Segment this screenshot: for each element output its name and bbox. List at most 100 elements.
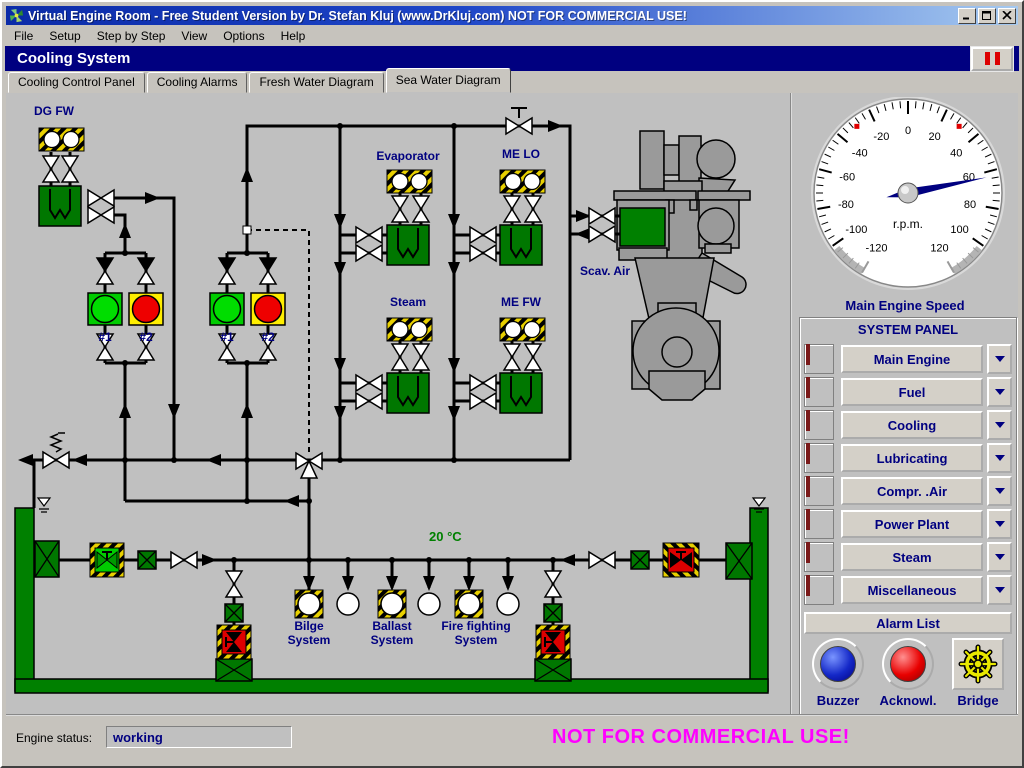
cooling-dropdown[interactable]	[987, 410, 1012, 440]
fuel-dropdown[interactable]	[987, 377, 1012, 407]
valve-evap-outlet[interactable]	[356, 245, 382, 261]
overboard-relief-valve[interactable]	[43, 433, 69, 468]
power-plant-button[interactable]: Power Plant	[841, 510, 983, 538]
pause-button[interactable]	[971, 47, 1013, 71]
valve-melo-outlet[interactable]	[470, 245, 496, 261]
app-icon	[9, 8, 24, 23]
label-evaporator: Evaporator	[362, 149, 454, 163]
remote-valve-right-closed[interactable]	[663, 543, 699, 577]
remote-valve-low-left-closed[interactable]	[217, 625, 251, 659]
tab-cooling-control-panel[interactable]: Cooling Control Panel	[8, 72, 145, 93]
valve-mefw-outlet[interactable]	[470, 393, 496, 409]
valve-evap-a[interactable]	[392, 196, 408, 222]
low-seachest-right	[535, 659, 571, 681]
svg-text:20: 20	[928, 131, 940, 143]
dgfw-alarm-indicators	[39, 128, 84, 151]
valve-dgfw-outlet[interactable]	[88, 190, 114, 206]
minimize-button[interactable]	[958, 8, 976, 24]
valve-dgfw-inlet[interactable]	[88, 207, 114, 223]
svg-text:-120: -120	[865, 243, 887, 255]
svg-text:-40: -40	[852, 148, 868, 160]
valve-dgfw-b[interactable]	[62, 156, 78, 182]
lubricating-button[interactable]: Lubricating	[841, 444, 983, 472]
alarm-list-button[interactable]: Alarm List	[804, 612, 1012, 634]
strainer	[138, 551, 156, 569]
title-bar: Virtual Engine Room - Free Student Versi…	[6, 6, 1018, 25]
menu-view[interactable]: View	[173, 28, 215, 44]
cooling-button[interactable]: Cooling	[841, 411, 983, 439]
right-panel: -120-100-80-60-40-20020406080100120 r.p.…	[790, 93, 1018, 718]
bridge-button[interactable]	[952, 638, 1004, 690]
valve-steam-b[interactable]	[413, 344, 429, 370]
chevron-down-icon	[995, 356, 1005, 362]
svg-text:0: 0	[905, 125, 911, 137]
valve-mefw-a[interactable]	[504, 344, 520, 370]
valve-evap-b[interactable]	[413, 196, 429, 222]
buzzer-button[interactable]	[812, 638, 864, 690]
valve-mefw-inlet[interactable]	[470, 375, 496, 391]
melo-alarm-indicators	[500, 170, 545, 193]
power-plant-dropdown[interactable]	[987, 509, 1012, 539]
steam-dropdown[interactable]	[987, 542, 1012, 572]
steam-button[interactable]: Steam	[841, 543, 983, 571]
valve-sea-main-left[interactable]	[171, 552, 197, 568]
valve-melo-a[interactable]	[504, 196, 520, 222]
acknowledge-label: Acknowl.	[879, 693, 936, 708]
valve-evap-inlet[interactable]	[356, 227, 382, 243]
valve-steam-outlet[interactable]	[356, 393, 382, 409]
system-panel: SYSTEM PANEL Main Engine Fuel Cooling	[799, 317, 1017, 715]
tab-sea-water-diagram[interactable]: Sea Water Diagram	[386, 68, 511, 93]
main-sw-pump-1[interactable]	[210, 293, 244, 325]
remote-valve-left-open[interactable]	[90, 543, 124, 577]
three-way-recirc-valve[interactable]	[296, 453, 322, 478]
miscellaneous-button[interactable]: Miscellaneous	[841, 576, 983, 604]
main-sw-pump-2[interactable]	[251, 293, 285, 325]
menu-setup[interactable]: Setup	[41, 28, 88, 44]
valve-melo-b[interactable]	[525, 196, 541, 222]
main-engine-dropdown[interactable]	[987, 344, 1012, 374]
fuel-button[interactable]: Fuel	[841, 378, 983, 406]
remote-valve-low-right-closed[interactable]	[536, 625, 570, 659]
compr-air-dropdown[interactable]	[987, 476, 1012, 506]
compr-air-button[interactable]: Compr. .Air	[841, 477, 983, 505]
maximize-button[interactable]	[978, 8, 996, 24]
tab-fresh-water-diagram[interactable]: Fresh Water Diagram	[249, 72, 383, 93]
menu-options[interactable]: Options	[215, 28, 272, 44]
svg-text:-80: -80	[838, 199, 854, 211]
tab-strip: Cooling Control Panel Cooling Alarms Fre…	[8, 72, 513, 93]
acknowledge-button[interactable]	[882, 638, 934, 690]
main-engine-button[interactable]: Main Engine	[841, 345, 983, 373]
bilge-system-connection	[295, 590, 323, 618]
miscellaneous-dropdown[interactable]	[987, 575, 1012, 605]
pause-icon	[985, 52, 990, 65]
water-level-icon	[38, 498, 50, 512]
menu-help[interactable]: Help	[273, 28, 314, 44]
dgfw-pump-1[interactable]	[88, 293, 122, 325]
valve-scav-bypass[interactable]	[506, 108, 532, 134]
valve-steam-inlet[interactable]	[356, 375, 382, 391]
ship-wheel-icon	[956, 642, 1000, 686]
dgfw-cooler	[39, 186, 81, 226]
close-button[interactable]	[998, 8, 1016, 24]
valve-sea-main-right[interactable]	[589, 552, 615, 568]
valve-low-seachest-right[interactable]	[545, 571, 561, 597]
lubricating-dropdown[interactable]	[987, 443, 1012, 473]
main-engine-silhouette	[614, 131, 750, 400]
valve-dgfw-a[interactable]	[43, 156, 59, 182]
valve-scav-inlet[interactable]	[589, 208, 615, 224]
menu-file[interactable]: File	[6, 28, 41, 44]
dgfw-pump-2[interactable]	[129, 293, 163, 325]
tab-cooling-alarms[interactable]: Cooling Alarms	[147, 72, 248, 93]
license-notice: NOT FOR COMMERCIAL USE!	[552, 726, 850, 749]
menu-step-by-step[interactable]: Step by Step	[89, 28, 174, 44]
valve-steam-a[interactable]	[392, 344, 408, 370]
valve-melo-inlet[interactable]	[470, 227, 496, 243]
high-seachest-right	[726, 543, 752, 579]
label-scav-air: Scav. Air	[580, 264, 630, 278]
valve-low-seachest-left[interactable]	[226, 571, 242, 597]
chevron-down-icon	[995, 554, 1005, 560]
valve-mefw-b[interactable]	[525, 344, 541, 370]
app-window: Virtual Engine Room - Free Student Versi…	[0, 0, 1024, 768]
valve-scav-outlet[interactable]	[589, 226, 615, 242]
svg-text:-60: -60	[839, 172, 855, 184]
